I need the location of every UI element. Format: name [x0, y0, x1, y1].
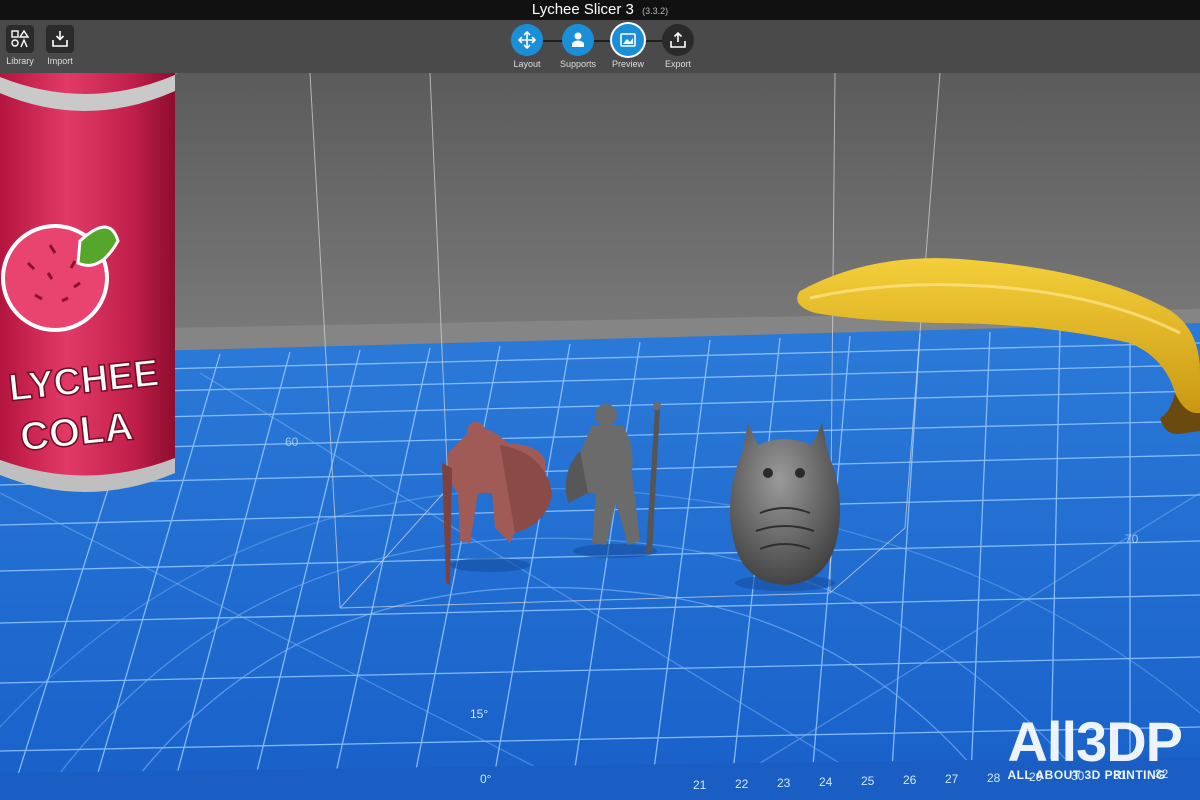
3d-viewport[interactable]: 15° 0° 60 70 21 22 23 24 25 26 27 28 29 … [0, 73, 1200, 800]
export-icon [662, 24, 694, 56]
mat-label-60: 60 [285, 435, 299, 449]
ruler-22: 22 [735, 777, 749, 791]
totoro-miniature [729, 423, 841, 591]
preview-icon [612, 24, 644, 56]
lychee-cola-can: LYCHEE COLA [0, 73, 179, 492]
ruler-26: 26 [903, 773, 917, 787]
ruler-25: 25 [861, 774, 875, 788]
mat-angle-0: 0° [480, 772, 492, 786]
step-preview-label: Preview [611, 59, 644, 69]
window-title: Lychee Slicer 3 [531, 1, 634, 18]
mat-label-70: 70 [1125, 532, 1139, 546]
step-layout[interactable]: Layout [503, 24, 551, 69]
supports-icon [562, 24, 594, 56]
ruler-28: 28 [987, 771, 1001, 785]
workflow-steps: Layout Supports Preview Export [508, 24, 698, 72]
all3dp-watermark: All3DP ALL ABOUT 3D PRINTING [1007, 710, 1183, 783]
library-button[interactable]: Library [4, 25, 36, 66]
toolbar: Library Import Layout Supports Preview E… [0, 20, 1200, 73]
import-button[interactable]: Import [44, 25, 76, 66]
version-label: (3.3.2) [642, 6, 669, 16]
import-icon [46, 25, 74, 53]
ruler-24: 24 [819, 775, 833, 789]
layout-icon [511, 24, 543, 56]
mat-angle-15: 15° [470, 707, 488, 721]
ruler-27: 27 [945, 772, 959, 786]
step-export-label: Export [664, 59, 691, 69]
step-preview[interactable]: Preview [604, 24, 652, 69]
import-label: Import [47, 56, 73, 66]
title-bar: Lychee Slicer 3 (3.3.2) [0, 0, 1200, 20]
step-supports[interactable]: Supports [554, 24, 602, 69]
ruler-23: 23 [777, 776, 791, 790]
step-supports-label: Supports [559, 59, 597, 69]
ruler-21: 21 [693, 778, 707, 792]
library-label: Library [6, 56, 34, 66]
step-export[interactable]: Export [654, 24, 702, 69]
watermark-logo: All3DP [1007, 710, 1183, 773]
library-icon [6, 25, 34, 53]
watermark-tagline: ALL ABOUT 3D PRINTING [1007, 768, 1167, 782]
step-layout-label: Layout [513, 59, 541, 69]
